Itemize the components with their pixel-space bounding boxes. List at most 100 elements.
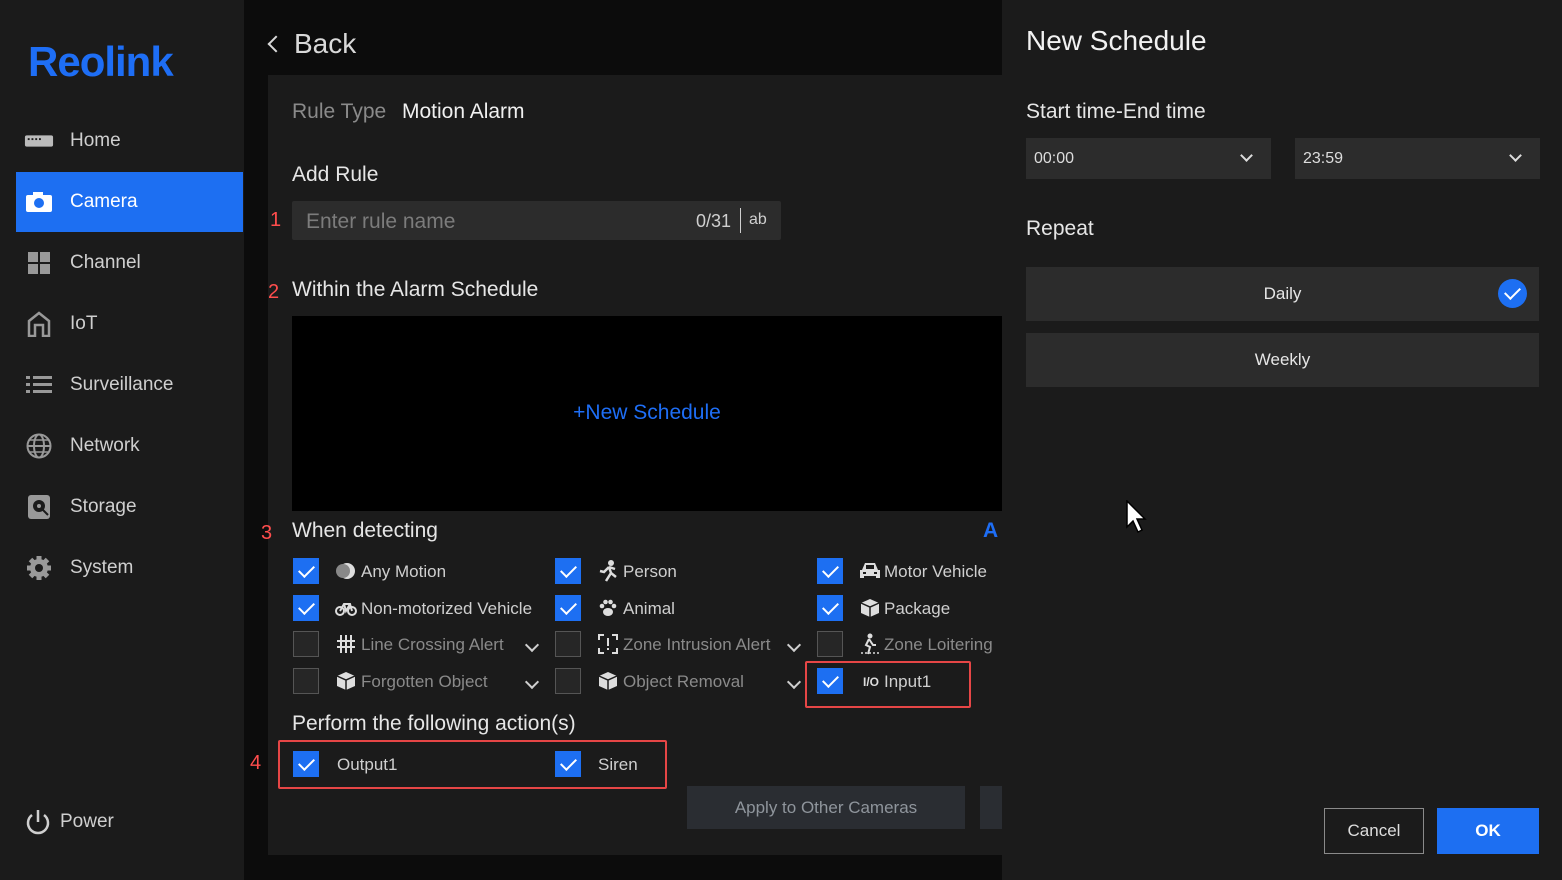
package-checkbox[interactable] [817,595,843,621]
sidebar-item-system[interactable]: System [16,538,243,598]
forgotten-object-checkbox[interactable] [293,668,319,694]
storage-icon [24,495,54,519]
zone-loitering-checkbox[interactable] [817,631,843,657]
sidebar-item-home[interactable]: Home [16,111,243,171]
sidebar-item-label: Home [70,130,121,151]
list-icon [24,373,54,397]
add-rule-heading: Add Rule [292,163,379,186]
zone-intrusion-label: Zone Intrusion Alert [623,635,771,654]
new-schedule-link[interactable]: +New Schedule [292,401,1002,425]
home-icon [24,129,54,153]
back-button[interactable]: Back [266,28,356,60]
start-time-select[interactable]: 00:00 [1026,138,1271,179]
weekly-label: Weekly [1254,350,1311,369]
rule-type-value: Motion Alarm [402,100,525,123]
siren-label: Siren [598,755,638,774]
input1-checkbox[interactable] [817,668,843,694]
annotation-1: 1 [270,209,282,231]
sidebar-item-surveillance[interactable]: Surveillance [16,355,243,415]
channel-icon [24,251,54,275]
paw-icon [597,597,619,619]
end-time-select[interactable]: 23:59 [1295,138,1540,179]
forgotten-object-icon [335,670,357,692]
repeat-daily-option[interactable]: Daily [1026,267,1539,321]
end-time-value: 23:59 [1303,149,1344,167]
repeat-label: Repeat [1026,217,1094,240]
schedule-area: +New Schedule [292,316,1002,511]
sidebar-item-label: Camera [70,191,138,212]
line-crossing-icon [335,633,357,655]
annotation-4: 4 [250,752,262,774]
reolink-logo: Reolink [28,38,174,85]
apply-to-other-cameras-button[interactable]: Apply to Other Cameras [687,786,965,829]
sidebar-item-iot[interactable]: IoT [16,294,243,354]
when-detecting-heading: When detecting [292,519,438,542]
power-label: Power [60,811,114,832]
object-removal-icon [597,670,619,692]
time-range-label: Start time-End time [1026,100,1206,123]
line-crossing-checkbox[interactable] [293,631,319,657]
motor-vehicle-label: Motor Vehicle [884,562,987,581]
start-time-value: 00:00 [1034,149,1075,167]
animal-checkbox[interactable] [555,595,581,621]
package-label: Package [884,599,951,618]
check-circle-icon [1498,279,1527,308]
iot-icon [24,311,54,337]
package-icon [859,597,881,619]
loitering-icon [859,633,881,655]
output1-checkbox[interactable] [293,751,319,777]
person-checkbox[interactable] [555,558,581,584]
sidebar-item-channel[interactable]: Channel [16,233,243,293]
divider [740,208,741,233]
annotation-3: 3 [261,522,273,544]
person-label: Person [623,562,677,581]
ok-button[interactable]: OK [1437,808,1539,854]
advanced-link[interactable]: A [983,519,1002,543]
forgotten-object-label: Forgotten Object [361,672,488,691]
sidebar-item-storage[interactable]: Storage [16,477,243,537]
sidebar: Reolink Home Camera Channel IoT Surveill… [0,0,244,880]
any-motion-checkbox[interactable] [293,558,319,584]
daily-label: Daily [1263,284,1302,303]
gear-icon [24,556,54,580]
power-button[interactable]: Power [24,808,114,836]
zone-intrusion-checkbox[interactable] [555,631,581,657]
sidebar-item-label: Surveillance [70,374,174,395]
input1-label: Input1 [884,672,932,691]
io-icon: I/O [862,675,879,689]
rule-name-input[interactable] [304,201,678,242]
power-icon [24,808,52,836]
sidebar-item-label: System [70,557,134,578]
panel-title: New Schedule [1026,25,1207,56]
motor-vehicle-checkbox[interactable] [817,558,843,584]
cancel-button[interactable]: Cancel [1324,808,1424,854]
chevron-left-icon [267,35,285,53]
sidebar-item-camera[interactable]: Camera [16,172,243,232]
bicycle-icon [335,597,357,619]
animal-label: Animal [623,599,675,618]
motion-icon [335,560,357,582]
camera-icon [24,190,54,214]
repeat-weekly-option[interactable]: Weekly [1026,333,1539,387]
sidebar-item-network[interactable]: Network [16,416,243,476]
output1-label: Output1 [337,755,398,774]
line-crossing-label: Line Crossing Alert [361,635,504,654]
sidebar-item-label: Storage [70,496,137,517]
object-removal-checkbox[interactable] [555,668,581,694]
new-schedule-panel [1002,0,1562,880]
rule-type-label: Rule Type [292,100,387,123]
mouse-cursor-icon [1126,499,1148,539]
non-motorized-vehicle-checkbox[interactable] [293,595,319,621]
zone-intrusion-icon [597,633,619,655]
back-label: Back [294,28,357,59]
rule-name-field[interactable]: 0/31 ab [292,201,781,242]
chevron-down-icon [1240,149,1253,162]
save-button-partial[interactable] [980,786,1002,829]
non-motorized-vehicle-label: Non-motorized Vehicle [361,599,533,618]
input-mode-ab[interactable]: ab [749,211,767,229]
annotation-2: 2 [268,281,280,303]
zone-loitering-label: Zone Loitering [884,635,993,654]
siren-checkbox[interactable] [555,751,581,777]
perform-actions-heading: Perform the following action(s) [292,712,576,735]
car-icon [859,560,881,582]
